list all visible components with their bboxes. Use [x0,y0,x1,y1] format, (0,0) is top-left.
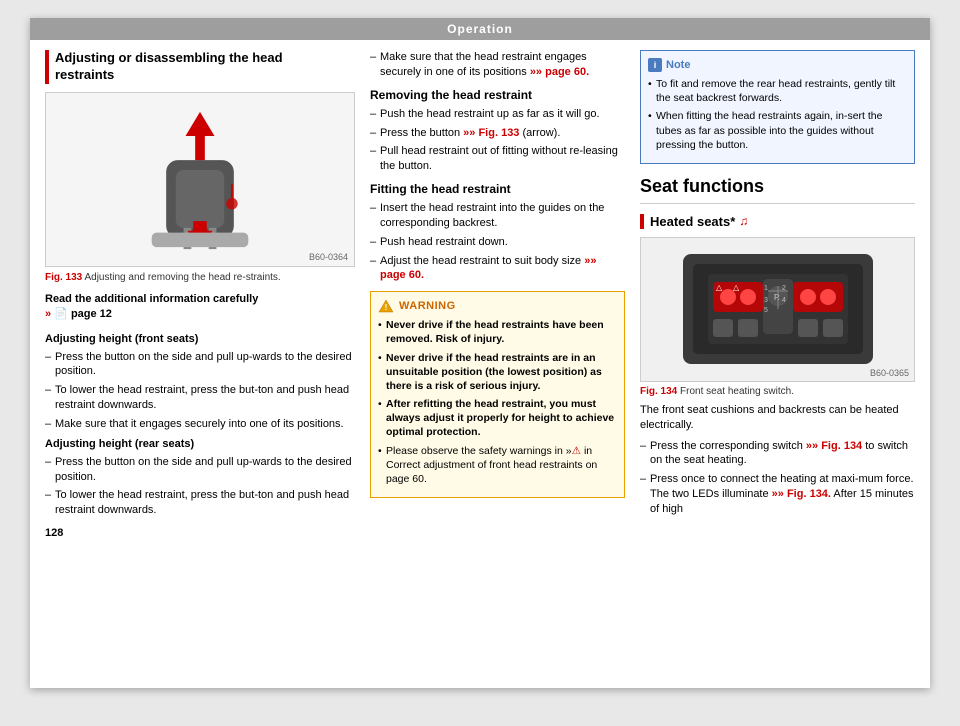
warning-triangle-icon: ! [378,299,394,313]
sub2-item1: Press the button on the side and pull up… [45,455,355,485]
middle-dash1: Make sure that the head restraint engage… [370,50,625,80]
fig133-caption-text: Adjusting and removing the head re-strai… [82,272,280,283]
sub2-item2: To lower the head restraint, press the b… [45,488,355,518]
note-text2: When fitting the head restraints again, … [648,109,907,152]
note-title: Note [666,59,690,71]
fig133-badge: B60-0364 [309,252,348,262]
svg-text:4: 4 [782,297,786,304]
remove-item3: Pull head restraint out of fitting witho… [370,144,625,174]
header-label: Operation [447,22,513,36]
read-more-prefix: Read the additional information carefull… [45,293,258,305]
warning-text2: Never drive if the head restraints are i… [378,351,617,394]
right-dash1: Press the corresponding switch »» Fig. 1… [640,439,915,469]
fig134-caption: Fig. 134 Front seat heating switch. [640,386,915,397]
svg-text:3: 3 [764,297,768,304]
warning-title: WARNING [399,300,456,312]
fig134-caption-text: Front seat heating switch. [677,386,794,397]
fig134-caption-bold: Fig. 134 [640,386,677,397]
warning-link-icon: ⚠ [572,445,581,457]
svg-text:5: 5 [764,307,768,314]
middle-column: Make sure that the head restraint engage… [370,50,625,678]
fit-item2: Push head restraint down. [370,235,625,250]
sub2-title: Adjusting height (rear seats) [45,438,355,450]
svg-text:△: △ [733,283,740,292]
fig133-caption: Fig. 133 Adjusting and removing the head… [45,271,355,284]
heated-seats-title: Heated seats* [650,214,735,229]
sub1-item3: Make sure that it engages securely into … [45,417,355,432]
read-more-icon: 📄 [51,308,68,320]
right-column: i Note To fit and remove the rear head r… [640,50,915,678]
fig133-caption-bold: Fig. 133 [45,272,82,283]
note-header: i Note [648,58,907,72]
middle-dash1-link: »» page 60. [530,66,589,78]
heat-icon: ♫ [739,214,748,228]
remove2-link: »» Fig. 133 [463,127,519,139]
remove-title: Removing the head restraint [370,88,625,102]
read-more-page: page 12 [68,308,112,320]
right-dash2-link: »» Fig. 134. [772,488,831,500]
fit-item3: Adjust the head restraint to suit body s… [370,254,625,284]
figure-133-svg [135,107,265,252]
page-container: Operation Adjusting or disassembling the… [30,18,930,688]
right-dash1-link: »» Fig. 134 [806,440,862,452]
left-column: Adjusting or disassembling the head rest… [45,50,355,678]
warning-text3: After refitting the head restraint, you … [378,397,617,440]
svg-text:R: R [774,293,780,302]
note-box: i Note To fit and remove the rear head r… [640,50,915,164]
sub1-item1: Press the button on the side and pull up… [45,350,355,380]
svg-text:2: 2 [782,285,786,292]
sub1-item2: To lower the head restraint, press the b… [45,383,355,413]
remove-item2: Press the button »» Fig. 133 (arrow). [370,126,625,141]
right-body1: The front seat cushions and backrests ca… [640,403,915,434]
note-info-icon: i [648,58,662,72]
warning-header: ! WARNING [378,299,617,313]
warning-text1: Never drive if the head restraints have … [378,318,617,346]
fit-title: Fitting the head restraint [370,182,625,196]
sub1-title: Adjusting height (front seats) [45,333,355,345]
section-title-line1: Adjusting or disassembling the head [55,50,283,65]
warning-box: ! WARNING Never drive if the head restra… [370,291,625,498]
page-number: 128 [45,522,355,544]
seat-functions-title: Seat functions [640,176,915,204]
svg-text:1: 1 [764,285,768,292]
read-more: Read the additional information carefull… [45,292,355,323]
content-area: Adjusting or disassembling the head rest… [30,40,930,688]
warning-text4: Please observe the safety warnings in »⚠… [378,444,617,487]
figure-134-box: R 1 2 3 4 5 △ △ [640,237,915,382]
header-bar: Operation [30,18,930,40]
remove-item1: Push the head restraint up as far as it … [370,107,625,122]
fit-item1: Insert the head restraint into the guide… [370,201,625,231]
figure-134-svg: R 1 2 3 4 5 △ △ [678,244,878,374]
section-title-line2: restraints [55,67,114,82]
figure-133-box: B60-0364 [45,92,355,267]
heated-seats-section: Heated seats* ♫ [640,214,915,229]
left-section-title: Adjusting or disassembling the head rest… [45,50,355,84]
note-text1: To fit and remove the rear head restrain… [648,77,907,105]
fig134-badge: B60-0365 [870,368,909,378]
svg-text:!: ! [385,303,388,312]
right-dash2: Press once to connect the heating at max… [640,472,915,517]
svg-text:△: △ [716,283,723,292]
